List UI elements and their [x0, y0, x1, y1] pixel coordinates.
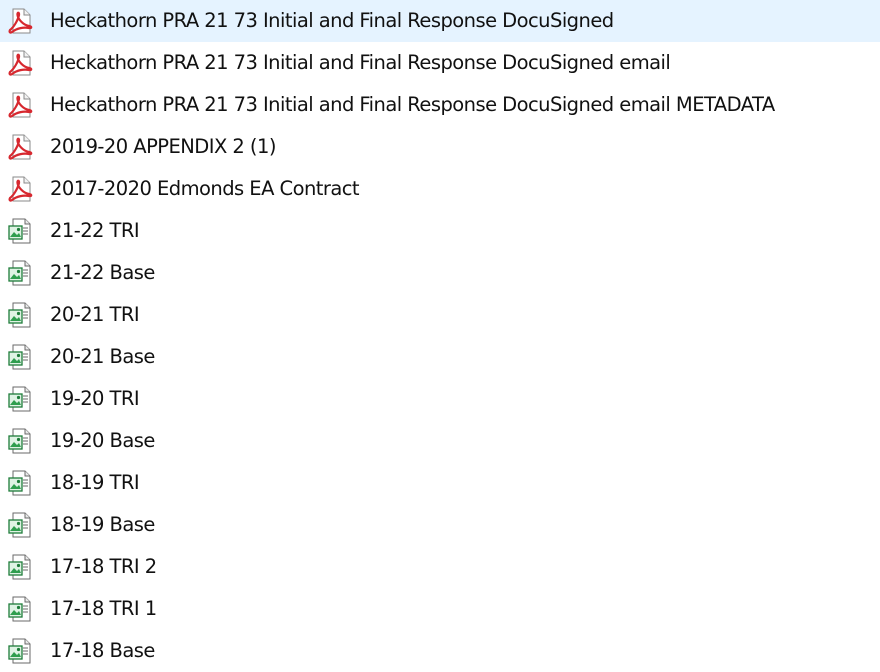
file-row[interactable]: 19-20 Base [0, 420, 880, 462]
file-row[interactable]: 18-19 Base [0, 504, 880, 546]
file-list: Heckathorn PRA 21 73 Initial and Final R… [0, 0, 880, 664]
file-name: 21-22 Base [50, 261, 155, 284]
file-row[interactable]: Heckathorn PRA 21 73 Initial and Final R… [0, 42, 880, 84]
file-row[interactable]: 2019-20 APPENDIX 2 (1) [0, 126, 880, 168]
image-file-icon [7, 469, 35, 497]
file-name: 2019-20 APPENDIX 2 (1) [50, 135, 276, 158]
file-row[interactable]: 20-21 TRI [0, 294, 880, 336]
file-name: 17-18 Base [50, 639, 155, 662]
file-row[interactable]: 20-21 Base [0, 336, 880, 378]
image-file-icon [7, 259, 35, 287]
file-name: 19-20 Base [50, 429, 155, 452]
file-row[interactable]: 17-18 Base [0, 630, 880, 672]
pdf-icon [7, 49, 35, 77]
image-file-icon [7, 637, 35, 665]
file-name: 18-19 Base [50, 513, 155, 536]
image-file-icon [7, 385, 35, 413]
file-name: Heckathorn PRA 21 73 Initial and Final R… [50, 93, 775, 116]
file-row[interactable]: 2017-2020 Edmonds EA Contract [0, 168, 880, 210]
file-name: 21-22 TRI [50, 219, 140, 242]
file-row[interactable]: 19-20 TRI [0, 378, 880, 420]
file-row[interactable]: 21-22 TRI [0, 210, 880, 252]
file-name: 20-21 TRI [50, 303, 140, 326]
file-row[interactable]: 17-18 TRI 1 [0, 588, 880, 630]
file-name: 20-21 Base [50, 345, 155, 368]
image-file-icon [7, 343, 35, 371]
file-name: 18-19 TRI [50, 471, 140, 494]
file-name: Heckathorn PRA 21 73 Initial and Final R… [50, 9, 614, 32]
file-row[interactable]: Heckathorn PRA 21 73 Initial and Final R… [0, 0, 880, 42]
image-file-icon [7, 511, 35, 539]
pdf-icon [7, 7, 35, 35]
file-name: Heckathorn PRA 21 73 Initial and Final R… [50, 51, 671, 74]
file-row[interactable]: 17-18 TRI 2 [0, 546, 880, 588]
file-row[interactable]: 21-22 Base [0, 252, 880, 294]
pdf-icon [7, 133, 35, 161]
file-name: 2017-2020 Edmonds EA Contract [50, 177, 360, 200]
image-file-icon [7, 301, 35, 329]
image-file-icon [7, 595, 35, 623]
image-file-icon [7, 553, 35, 581]
file-name: 17-18 TRI 2 [50, 555, 157, 578]
pdf-icon [7, 175, 35, 203]
pdf-icon [7, 91, 35, 119]
file-row[interactable]: 18-19 TRI [0, 462, 880, 504]
file-name: 19-20 TRI [50, 387, 140, 410]
file-name: 17-18 TRI 1 [50, 597, 157, 620]
image-file-icon [7, 217, 35, 245]
image-file-icon [7, 427, 35, 455]
file-row[interactable]: Heckathorn PRA 21 73 Initial and Final R… [0, 84, 880, 126]
